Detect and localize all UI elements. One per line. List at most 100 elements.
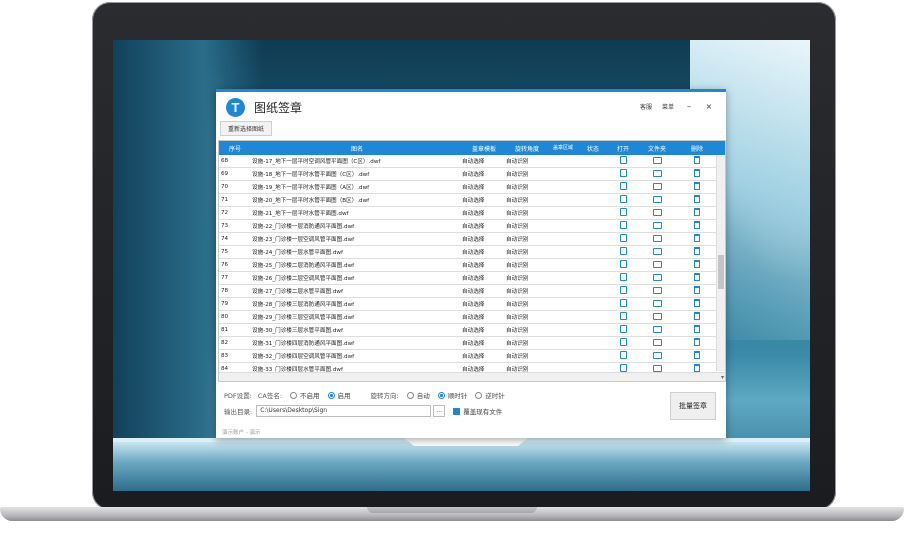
service-link[interactable]: 客服: [640, 102, 652, 111]
delete-button[interactable]: [676, 169, 718, 179]
scroll-down-icon[interactable]: ▾: [721, 374, 724, 381]
open-file-button[interactable]: [608, 325, 638, 335]
output-path-field[interactable]: C:\Users\Desktop\Sign: [256, 405, 432, 417]
open-folder-button[interactable]: [638, 273, 676, 283]
row-rotation: 自动识别: [506, 341, 529, 347]
delete-button[interactable]: [676, 325, 718, 335]
delete-button[interactable]: [676, 286, 718, 296]
table-row[interactable]: 77 设施-26_门诊楼二层空调风管平面图.dwf 自动选择 自动识别: [219, 272, 725, 285]
table-row[interactable]: 73 设施-22_门诊楼一层消防通风平面图.dwf 自动选择 自动识别: [219, 220, 725, 233]
table-row[interactable]: 68 设施-17_地下一层平时空调风管平面图（C区）.dwf 自动选择 自动识别: [219, 155, 725, 168]
delete-button[interactable]: [676, 338, 718, 348]
delete-icon: [694, 182, 700, 190]
row-number: 76: [221, 262, 229, 268]
open-file-button[interactable]: [608, 312, 638, 322]
row-rotation: 自动识别: [506, 198, 529, 204]
table-row[interactable]: 82 设施-31_门诊楼四层消防通风平面图.dwf 自动选择 自动识别: [219, 337, 725, 350]
open-folder-button[interactable]: [638, 299, 676, 309]
open-folder-icon: [652, 234, 662, 242]
table-row[interactable]: 75 设施-24_门诊楼一层水管平面图.dwf 自动选择 自动识别: [219, 246, 725, 259]
open-file-button[interactable]: [608, 195, 638, 205]
table-row[interactable]: 81 设施-30_门诊楼三层水管平面图.dwf 自动选择 自动识别: [219, 324, 725, 337]
open-file-button[interactable]: [608, 260, 638, 270]
table-row[interactable]: 69 设施-18_地下一层平时水管平面图（C区）.dwf 自动选择 自动识别: [219, 168, 725, 181]
row-rotation: 自动识别: [506, 263, 529, 269]
open-file-button[interactable]: [608, 351, 638, 361]
open-folder-icon: [652, 208, 662, 216]
open-file-button[interactable]: [608, 234, 638, 244]
open-folder-button[interactable]: [638, 247, 676, 257]
rotate-cw-radio[interactable]: [437, 391, 445, 399]
delete-button[interactable]: [676, 195, 718, 205]
delete-button[interactable]: [676, 299, 718, 309]
open-file-button[interactable]: [608, 169, 638, 179]
open-folder-button[interactable]: [638, 351, 676, 361]
open-file-button[interactable]: [608, 299, 638, 309]
open-folder-button[interactable]: [638, 260, 676, 270]
browse-button[interactable]: ...: [433, 405, 446, 417]
table-row[interactable]: 83 设施-32_门诊楼四层空调风管平面图.dwf 自动选择 自动识别: [219, 350, 725, 363]
open-file-button[interactable]: [608, 273, 638, 283]
table-row[interactable]: 80 设施-29_门诊楼三层空调风管平面图.dwf 自动选择 自动识别: [219, 311, 725, 324]
open-file-button[interactable]: [608, 338, 638, 348]
open-file-button[interactable]: [608, 221, 638, 231]
delete-button[interactable]: [676, 247, 718, 257]
open-folder-button[interactable]: [638, 234, 676, 244]
row-template: 自动选择: [462, 263, 485, 269]
row-template: 自动选择: [462, 159, 485, 165]
row-drawing-name: 设施-29_门诊楼三层空调风管平面图.dwf: [252, 315, 355, 321]
open-folder-button[interactable]: [638, 286, 676, 296]
minimize-icon[interactable]: –: [684, 102, 694, 111]
delete-button[interactable]: [676, 234, 718, 244]
batch-sign-button[interactable]: 批量签章: [670, 392, 716, 420]
table-row[interactable]: 70 设施-19_地下一层平时水管平面图（A区）.dwf 自动选择 自动识别: [219, 181, 725, 194]
table-row[interactable]: 71 设施-20_地下一层平时水管平面图（B区）.dwf 自动选择 自动识别: [219, 194, 725, 207]
open-folder-button[interactable]: [638, 195, 676, 205]
open-folder-button[interactable]: [638, 156, 676, 166]
delete-button[interactable]: [676, 156, 718, 166]
header-template: 盖章模板: [471, 145, 496, 153]
open-folder-button[interactable]: [638, 169, 676, 179]
row-number: 80: [221, 314, 229, 320]
table-row[interactable]: 79 设施-28_门诊楼三层消防通风平面图.dwf 自动选择 自动识别: [219, 298, 725, 311]
rotate-auto-radio[interactable]: [406, 391, 414, 399]
open-file-button[interactable]: [608, 247, 638, 257]
open-folder-button[interactable]: [638, 182, 676, 192]
table-row[interactable]: 74 设施-23_门诊楼一层空调风管平面图.dwf 自动选择 自动识别: [219, 233, 725, 246]
delete-icon: [694, 286, 700, 294]
overwrite-checkbox[interactable]: [453, 407, 461, 415]
delete-button[interactable]: [676, 221, 718, 231]
delete-button[interactable]: [676, 260, 718, 270]
table-row[interactable]: 72 设施-21_地下一层平时水管平面图.dwf 自动选择 自动识别: [219, 207, 725, 220]
table-row[interactable]: 78 设施-27_门诊楼二层水管平面图.dwf 自动选择 自动识别: [219, 285, 725, 298]
open-folder-button[interactable]: [638, 208, 676, 218]
row-template: 自动选择: [462, 276, 485, 282]
open-file-button[interactable]: [608, 182, 638, 192]
open-folder-button[interactable]: [638, 221, 676, 231]
open-file-button[interactable]: [608, 286, 638, 296]
delete-icon: [694, 169, 700, 177]
table-body: 68 设施-17_地下一层平时空调风管平面图（C区）.dwf 自动选择 自动识别 69 设…: [219, 155, 725, 381]
menu-link[interactable]: 菜单: [662, 102, 674, 111]
open-file-button[interactable]: [608, 156, 638, 166]
horizontal-scrollbar[interactable]: [219, 372, 725, 381]
row-number: 75: [221, 249, 229, 255]
delete-button[interactable]: [676, 312, 718, 322]
vertical-scrollbar[interactable]: [716, 155, 725, 371]
open-folder-button[interactable]: [638, 325, 676, 335]
ca-disable-radio[interactable]: [290, 391, 298, 399]
delete-button[interactable]: [676, 182, 718, 192]
table-row[interactable]: 76 设施-25_门诊楼二层消防通风平面图.dwf 自动选择 自动识别: [219, 259, 725, 272]
rotate-ccw-radio[interactable]: [475, 391, 483, 399]
open-folder-button[interactable]: [638, 312, 676, 322]
delete-button[interactable]: [676, 351, 718, 361]
scrollbar-thumb[interactable]: [718, 255, 724, 289]
reselect-drawings-button[interactable]: 重新选择图纸: [220, 121, 273, 136]
open-file-button[interactable]: [608, 208, 638, 218]
ca-enable-radio[interactable]: [327, 391, 335, 399]
close-icon[interactable]: ×: [704, 102, 714, 111]
open-folder-button[interactable]: [638, 338, 676, 348]
delete-button[interactable]: [676, 273, 718, 283]
delete-button[interactable]: [676, 208, 718, 218]
row-template: 自动选择: [462, 315, 485, 321]
